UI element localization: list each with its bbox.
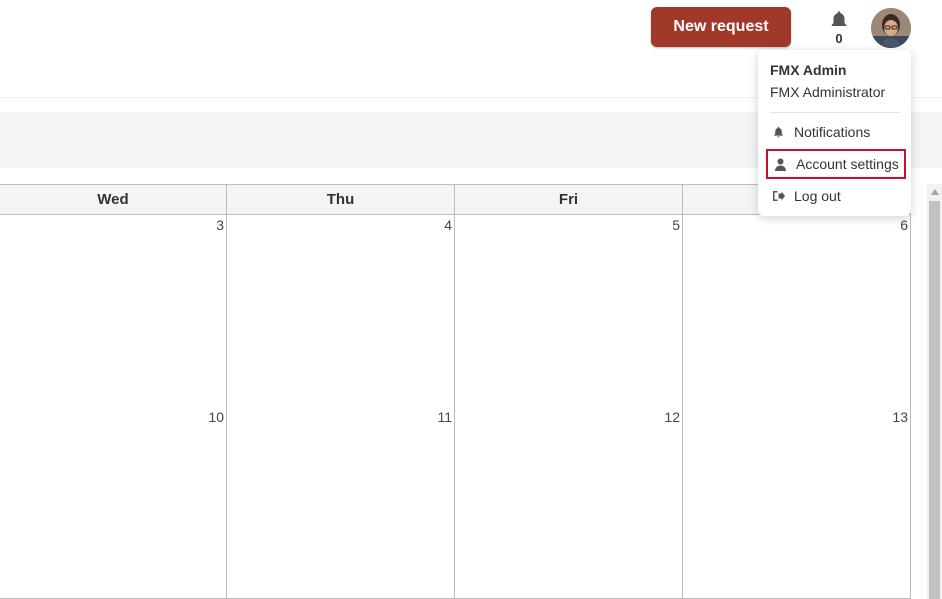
menu-item-account-settings[interactable]: Account settings xyxy=(766,149,906,179)
menu-item-label: Account settings xyxy=(796,156,899,172)
calendar-grid: Wed Thu Fri 3 4 5 6 10 11 12 13 xyxy=(0,184,911,599)
day-number: 11 xyxy=(437,409,452,425)
day-name-fri: Fri xyxy=(455,185,683,216)
user-name: FMX Admin xyxy=(770,62,847,78)
caret-up-icon xyxy=(930,188,939,195)
notification-count: 0 xyxy=(835,31,843,46)
day-cell[interactable]: 5 xyxy=(455,215,683,408)
menu-divider xyxy=(770,112,900,113)
day-cell[interactable]: 10 xyxy=(0,407,227,599)
day-number: 4 xyxy=(444,217,452,233)
day-name-wed: Wed xyxy=(0,185,227,216)
day-number: 12 xyxy=(664,409,680,425)
day-cell[interactable]: 4 xyxy=(227,215,455,408)
day-number: 13 xyxy=(892,409,908,425)
day-cell[interactable]: 11 xyxy=(227,407,455,599)
day-cell[interactable]: 13 xyxy=(683,407,911,599)
scroll-thumb[interactable] xyxy=(929,201,940,599)
day-number: 6 xyxy=(900,217,908,233)
user-avatar[interactable] xyxy=(871,8,911,48)
menu-item-notifications[interactable]: Notifications xyxy=(766,117,906,147)
day-number: 5 xyxy=(672,217,680,233)
menu-item-label: Log out xyxy=(794,188,841,204)
day-name-thu: Thu xyxy=(227,185,455,216)
vertical-scrollbar[interactable] xyxy=(927,184,942,599)
day-number: 10 xyxy=(208,409,224,425)
sign-out-icon xyxy=(770,190,786,202)
day-number: 3 xyxy=(216,217,224,233)
new-request-button[interactable]: New request xyxy=(651,7,791,47)
user-icon xyxy=(772,158,788,171)
bell-icon xyxy=(770,125,786,139)
user-menu-dropdown: FMX Admin FMX Administrator Notification… xyxy=(758,50,911,216)
menu-item-log-out[interactable]: Log out xyxy=(766,181,906,211)
notifications-bell-button[interactable]: 0 xyxy=(826,9,852,47)
day-cell[interactable]: 3 xyxy=(0,215,227,408)
scroll-up-arrow[interactable] xyxy=(927,184,942,199)
menu-item-label: Notifications xyxy=(794,124,871,140)
user-role: FMX Administrator xyxy=(770,84,886,100)
day-cell[interactable]: 6 xyxy=(683,215,911,408)
bell-icon xyxy=(831,11,847,27)
avatar-image xyxy=(871,8,911,48)
day-cell[interactable]: 12 xyxy=(455,407,683,599)
